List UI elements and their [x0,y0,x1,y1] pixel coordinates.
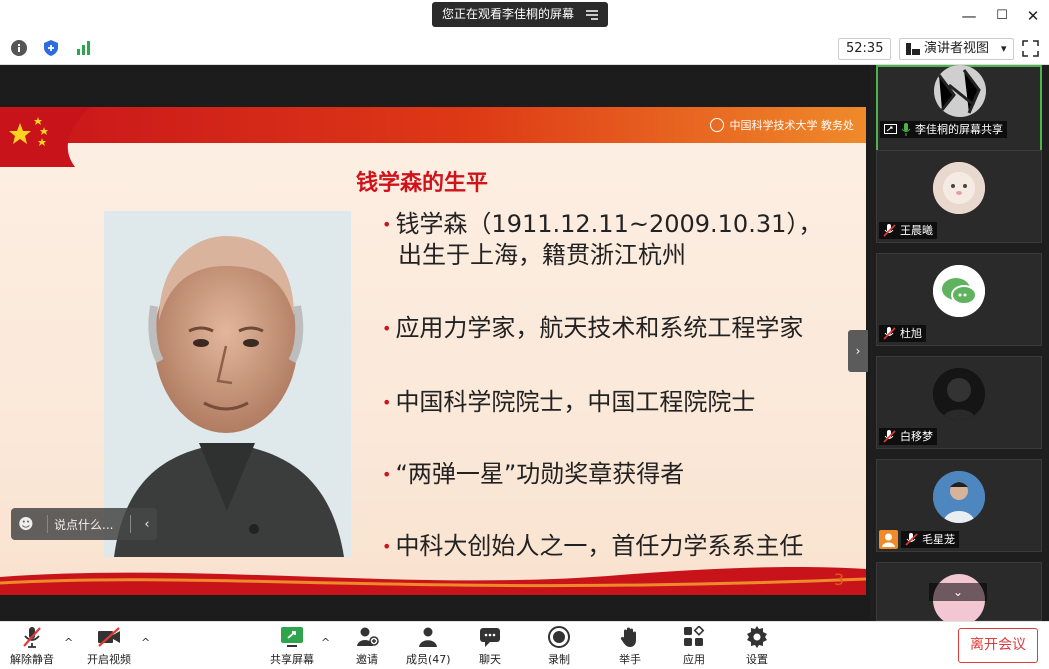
avatar [933,471,985,523]
video-off-icon [98,627,120,647]
raise-hand-button[interactable]: 举手 [618,626,642,668]
divider [47,515,48,533]
avatar [933,368,985,420]
bullet-item: • 中国科学院院士，中国工程院院士 [382,388,756,416]
info-icon[interactable] [11,40,27,56]
sharing-indicator[interactable]: 您正在观看李佳桐的屏幕 [432,2,609,27]
scroll-down-button[interactable]: ⌄ [929,583,987,601]
audio-options-caret[interactable]: ^ [64,636,73,649]
slide-page-number: 3 [833,570,844,589]
chevron-down-icon: ⌄ [952,585,964,599]
chat-button[interactable]: 聊天 [478,626,502,668]
meeting-info-bar: 52:35 演讲者视图 ▾ [0,32,1049,65]
participant-tile[interactable]: ⌄ [876,562,1042,626]
share-screen-icon [281,627,303,647]
shared-screen-area: 中国科学技术大学 教务处 钱学森的生平 • 钱学森（1911.12.11~200… [0,65,870,621]
settings-button[interactable]: 设置 [745,626,769,668]
muted-mic-icon [883,327,896,340]
participant-tile[interactable]: 白移梦 [876,356,1042,449]
record-icon [548,626,570,648]
video-options-caret[interactable]: ^ [141,636,150,649]
raise-hand-icon [620,627,636,647]
avatar [934,65,986,117]
bullet-item: • “两弹一星”功勋奖章获得者 [382,460,685,488]
muted-mic-icon [883,224,896,237]
title-bar: 您正在观看李佳桐的屏幕 — ☐ ✕ [0,0,1049,32]
record-button[interactable]: 录制 [547,626,571,668]
portrait-photo [104,211,351,557]
toggle-panel-button[interactable]: › [848,330,868,372]
host-badge-icon [879,530,898,549]
bullet-item: • 钱学森（1911.12.11~2009.10.31）， 出生于上海，籍贯浙江杭… [382,210,823,269]
participant-panel: 李佳桐的屏幕共享 王晨曦 杜旭 白移梦 毛星茏 ⌄ [872,65,1049,626]
participant-nametag: 杜旭 [879,325,926,342]
menu-list-icon [586,9,599,20]
portrait-image [104,211,351,557]
view-mode-button[interactable]: 演讲者视图 ▾ [899,38,1014,60]
screen-share-icon [884,124,897,134]
start-video-button[interactable]: 开启视频 [87,626,131,668]
participant-tile[interactable]: 李佳桐的屏幕共享 [876,65,1042,158]
invite-button[interactable]: 邀请 [355,626,379,668]
apps-grid-icon [684,626,705,646]
members-button[interactable]: 成员(47) [406,626,451,668]
security-shield-icon[interactable] [43,40,59,56]
add-user-icon [357,627,379,646]
logo-text: 中国科学技术大学 教务处 [729,119,855,132]
slide-footer-wave [0,567,866,595]
meeting-timer: 52:35 [838,38,892,60]
chat-bubble-icon [480,628,500,647]
minimize-button[interactable]: — [958,6,980,26]
fullscreen-icon[interactable] [1022,40,1039,57]
participant-nametag: 白移梦 [879,428,937,445]
participant-tile[interactable]: 杜旭 [876,253,1042,346]
close-button[interactable]: ✕ [1022,6,1044,26]
emblem-icon [709,118,724,132]
signal-strength-icon[interactable] [76,40,92,56]
maximize-button[interactable]: ☐ [991,6,1013,26]
sharing-text: 您正在观看李佳桐的屏幕 [442,7,575,21]
flag-icon [0,107,90,167]
participant-nametag: 毛星茏 [901,531,959,548]
participant-tile[interactable]: 毛星茏 [876,459,1042,552]
emoji-icon[interactable]: ☻ [11,515,41,533]
members-icon [419,627,438,647]
muted-mic-icon [23,627,41,648]
microphone-icon [901,123,911,136]
unmute-button[interactable]: 解除静音 [10,626,54,668]
share-options-caret[interactable]: ^ [321,636,330,649]
chat-input-box[interactable]: ☻ 说点什么... ‹ [11,508,157,540]
slide-title: 钱学森的生平 [356,171,489,196]
participant-nametag: 王晨曦 [879,222,937,239]
gear-icon [747,626,767,648]
bullet-item: • 应用力学家，航天技术和系统工程学家 [382,314,804,342]
participant-tile[interactable]: 王晨曦 [876,150,1042,243]
chat-placeholder: 说点什么... [54,517,114,532]
muted-mic-icon [883,430,896,443]
chevron-down-icon: ▾ [1001,42,1007,55]
view-mode-label: 演讲者视图 [924,41,990,56]
avatar [933,265,985,317]
speaker-view-icon [906,43,920,55]
collapse-chat-icon[interactable]: ‹ [137,517,157,532]
muted-mic-icon [905,533,918,546]
share-screen-button[interactable]: 共享屏幕 [270,626,314,668]
apps-button[interactable]: 应用 [682,626,706,668]
avatar [933,162,985,214]
university-logo: 中国科学技术大学 教务处 [709,117,855,133]
divider [130,515,131,533]
participant-nametag: 李佳桐的屏幕共享 [880,121,1007,138]
meeting-toolbar: 解除静音 ^ 开启视频 ^ 共享屏幕 ^ 邀请 成员(47) 聊天 录制 举手 … [0,621,1049,669]
leave-meeting-button[interactable]: 离开会议 [958,628,1038,663]
slide-header-band: 中国科学技术大学 教务处 [0,107,866,167]
